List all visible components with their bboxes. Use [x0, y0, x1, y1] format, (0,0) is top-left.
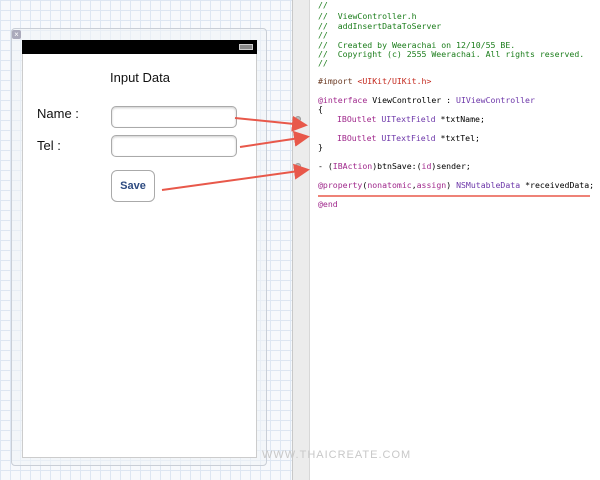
arrow-tel: [239, 130, 310, 148]
annotation-arrows: [161, 115, 590, 197]
arrow-save: [161, 163, 310, 191]
arrow-name: [234, 115, 308, 132]
watermark: WWW.THAICREATE.COM: [262, 449, 412, 461]
